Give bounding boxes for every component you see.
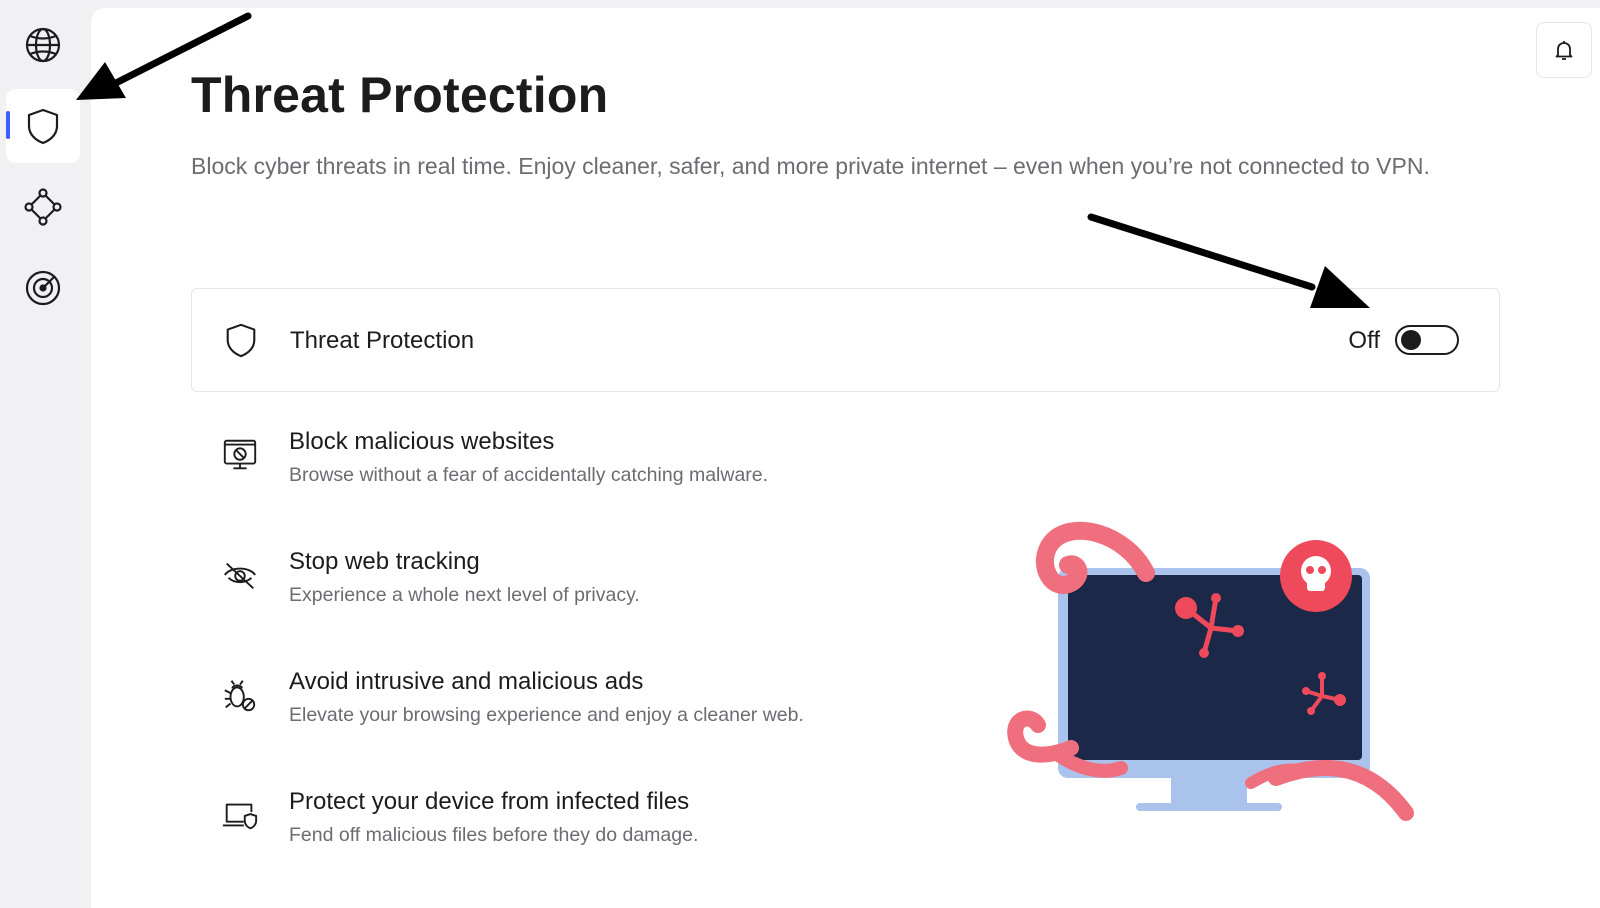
bell-icon: [1555, 41, 1573, 60]
feature-item: Protect your device from infected files …: [191, 788, 951, 868]
threat-illustration: [1007, 521, 1414, 821]
feature-item: Stop web tracking Experience a whole nex…: [191, 548, 951, 628]
laptop-shield-icon: [222, 803, 258, 830]
bug-blocked-icon: [224, 680, 256, 712]
sidebar-item-meshnet[interactable]: [6, 170, 80, 244]
eye-slash-icon: [224, 562, 256, 589]
toggle-knob: [1401, 330, 1421, 350]
shield-icon: [226, 323, 256, 358]
feature-title: Stop web tracking: [289, 548, 480, 575]
page-title: Threat Protection: [191, 67, 609, 123]
main-panel: Threat Protection Block cyber threats in…: [91, 8, 1600, 908]
threat-protection-label: Threat Protection: [290, 327, 475, 354]
feature-title: Avoid intrusive and malicious ads: [289, 668, 644, 695]
notifications-button[interactable]: [1536, 22, 1592, 78]
globe-icon: [25, 27, 61, 63]
sidebar-item-threat-protection[interactable]: [6, 89, 80, 163]
feature-subtitle: Experience a whole next level of privacy…: [289, 584, 640, 606]
feature-item: Block malicious websites Browse without …: [191, 428, 951, 508]
sidebar-item-vpn[interactable]: [6, 8, 80, 82]
threat-protection-card: Threat Protection Off: [191, 288, 1500, 392]
feature-title: Block malicious websites: [289, 428, 555, 455]
sidebar-item-dark-web-monitor[interactable]: [6, 251, 80, 325]
active-indicator: [6, 111, 10, 139]
blocked-screen-icon: [223, 439, 257, 470]
feature-item: Avoid intrusive and malicious ads Elevat…: [191, 668, 951, 748]
feature-subtitle: Elevate your browsing experience and enj…: [289, 704, 804, 726]
sidebar: [0, 0, 90, 908]
threat-protection-toggle[interactable]: [1395, 325, 1459, 355]
feature-subtitle: Fend off malicious files before they do …: [289, 824, 699, 846]
toggle-state-label: Off: [1348, 327, 1380, 354]
page-description: Block cyber threats in real time. Enjoy …: [191, 153, 1430, 179]
feature-subtitle: Browse without a fear of accidentally ca…: [289, 464, 769, 486]
meshnet-icon: [24, 188, 62, 226]
dark-web-monitor-icon: [25, 270, 61, 306]
feature-title: Protect your device from infected files: [289, 788, 690, 815]
shield-icon: [27, 108, 59, 145]
